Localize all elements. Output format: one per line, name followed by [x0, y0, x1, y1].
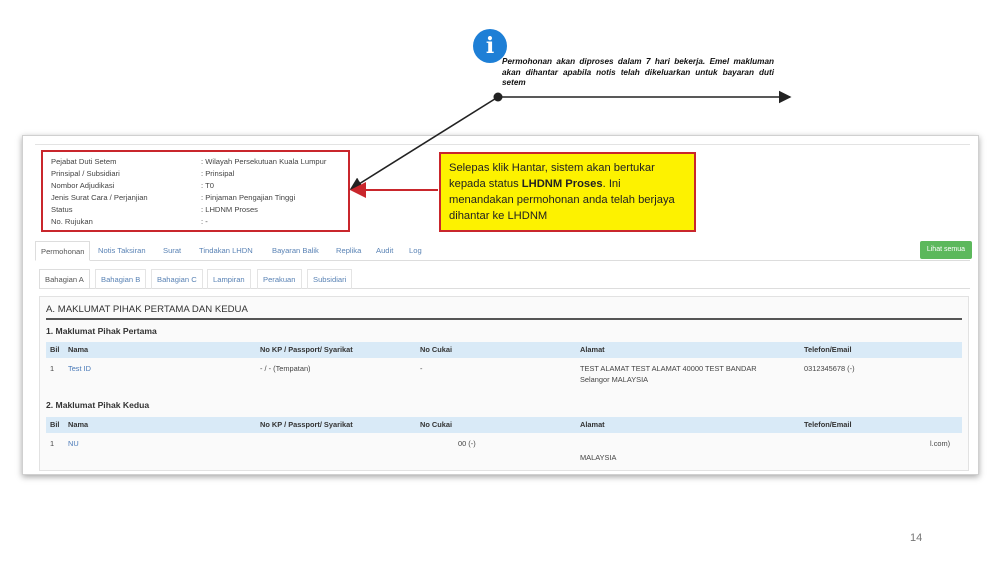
cell-alamat: TEST ALAMAT TEST ALAMAT 40000 TEST BANDA…: [580, 364, 757, 373]
summary-label: No. Rujukan: [51, 217, 93, 226]
page-number: 14: [910, 532, 923, 544]
main-tabs: Permohonan Notis Taksiran Surat Tindakan…: [35, 241, 970, 261]
cell-bil: 1: [50, 439, 55, 448]
col-cukai: No Cukai: [420, 345, 453, 354]
col-bil: Bil: [50, 420, 60, 429]
application-summary: Pejabat Duti Setem : Wilayah Persekutuan…: [41, 150, 350, 232]
party1-name-link[interactable]: Test ID: [68, 364, 91, 374]
col-bil: Bil: [50, 345, 60, 354]
col-kp: No KP / Passport/ Syarikat: [260, 345, 353, 354]
tab-audit[interactable]: Audit: [371, 241, 398, 261]
tab-permohonan[interactable]: Permohonan: [35, 241, 91, 261]
summary-label: Nombor Adjudikasi: [51, 181, 115, 190]
bahagian-a-content: A. MAKLUMAT PIHAK PERTAMA DAN KEDUA 1. M…: [39, 296, 969, 471]
col-telefon: Telefon/Email: [804, 345, 852, 354]
tab-replika[interactable]: Replika: [331, 241, 366, 261]
summary-label: Pejabat Duti Setem: [51, 157, 117, 166]
tab-bahagian-c[interactable]: Bahagian C: [151, 269, 203, 289]
application-panel: Pejabat Duti Setem : Wilayah Persekutuan…: [22, 135, 979, 475]
col-nama: Nama: [68, 345, 89, 354]
cell-telefon: l.com): [930, 439, 951, 448]
tab-lampiran[interactable]: Lampiran: [207, 269, 251, 289]
col-telefon: Telefon/Email: [804, 420, 852, 429]
cell-bil: 1: [50, 364, 55, 373]
party1-table-header: Bil Nama No KP / Passport/ Syarikat No C…: [46, 342, 962, 358]
cell-alamat: MALAYSIA: [580, 453, 617, 462]
summary-label: Jenis Surat Cara / Perjanjian: [51, 193, 148, 202]
summary-value: : Prinsipal: [201, 169, 235, 178]
col-kp: No KP / Passport/ Syarikat: [260, 420, 353, 429]
summary-label: Prinsipal / Subsidiari: [51, 169, 120, 178]
pointer-dot: [493, 92, 503, 102]
cell-cukai: 00 (-): [458, 439, 476, 448]
tab-notis-taksiran[interactable]: Notis Taksiran: [93, 241, 151, 261]
cell-telefon: 0312345678 (-): [804, 364, 855, 373]
col-nama: Nama: [68, 420, 89, 429]
party2-name-link[interactable]: NU: [68, 439, 79, 449]
col-alamat: Alamat: [580, 345, 605, 354]
tab-bahagian-b[interactable]: Bahagian B: [95, 269, 147, 289]
lihat-semua-button[interactable]: Lihat semua: [919, 241, 972, 259]
section-tabs: Bahagian A Bahagian B Bahagian C Lampira…: [39, 269, 970, 289]
status-value: : LHDNM Proses: [201, 205, 258, 214]
summary-value: : T0: [201, 181, 214, 190]
party2-title: 2. Maklumat Pihak Kedua: [46, 400, 150, 410]
callout-status: LHDNM Proses: [521, 178, 603, 190]
summary-value: : Pinjaman Pengajian Tinggi: [201, 193, 296, 202]
divider: [46, 318, 962, 320]
tab-subsidiari[interactable]: Subsidiari: [307, 269, 353, 289]
section-title: A. MAKLUMAT PIHAK PERTAMA DAN KEDUA: [46, 304, 248, 315]
divider: [35, 144, 970, 145]
tab-tindakan-lhdn[interactable]: Tindakan LHDN: [194, 241, 258, 261]
cell-alamat: Selangor MALAYSIA: [580, 375, 649, 384]
cell-kp: - / - (Tempatan): [260, 364, 311, 373]
tab-bahagian-a[interactable]: Bahagian A: [39, 269, 90, 289]
col-cukai: No Cukai: [420, 420, 453, 429]
tab-surat[interactable]: Surat: [158, 241, 186, 261]
summary-value: : Wilayah Persekutuan Kuala Lumpur: [201, 157, 327, 166]
info-note: Permohonan akan diproses dalam 7 hari be…: [502, 57, 774, 87]
cell-cukai: -: [420, 364, 423, 373]
summary-label: Status: [51, 205, 73, 214]
status-callout: Selepas klik Hantar, sistem akan bertuka…: [439, 152, 696, 232]
party2-table-header: Bil Nama No KP / Passport/ Syarikat No C…: [46, 417, 962, 433]
tab-perakuan[interactable]: Perakuan: [257, 269, 302, 289]
tab-bayaran-balik[interactable]: Bayaran Balik: [267, 241, 324, 261]
col-alamat: Alamat: [580, 420, 605, 429]
tab-log[interactable]: Log: [404, 241, 427, 261]
summary-value: : -: [201, 217, 208, 226]
party1-title: 1. Maklumat Pihak Pertama: [46, 326, 157, 336]
